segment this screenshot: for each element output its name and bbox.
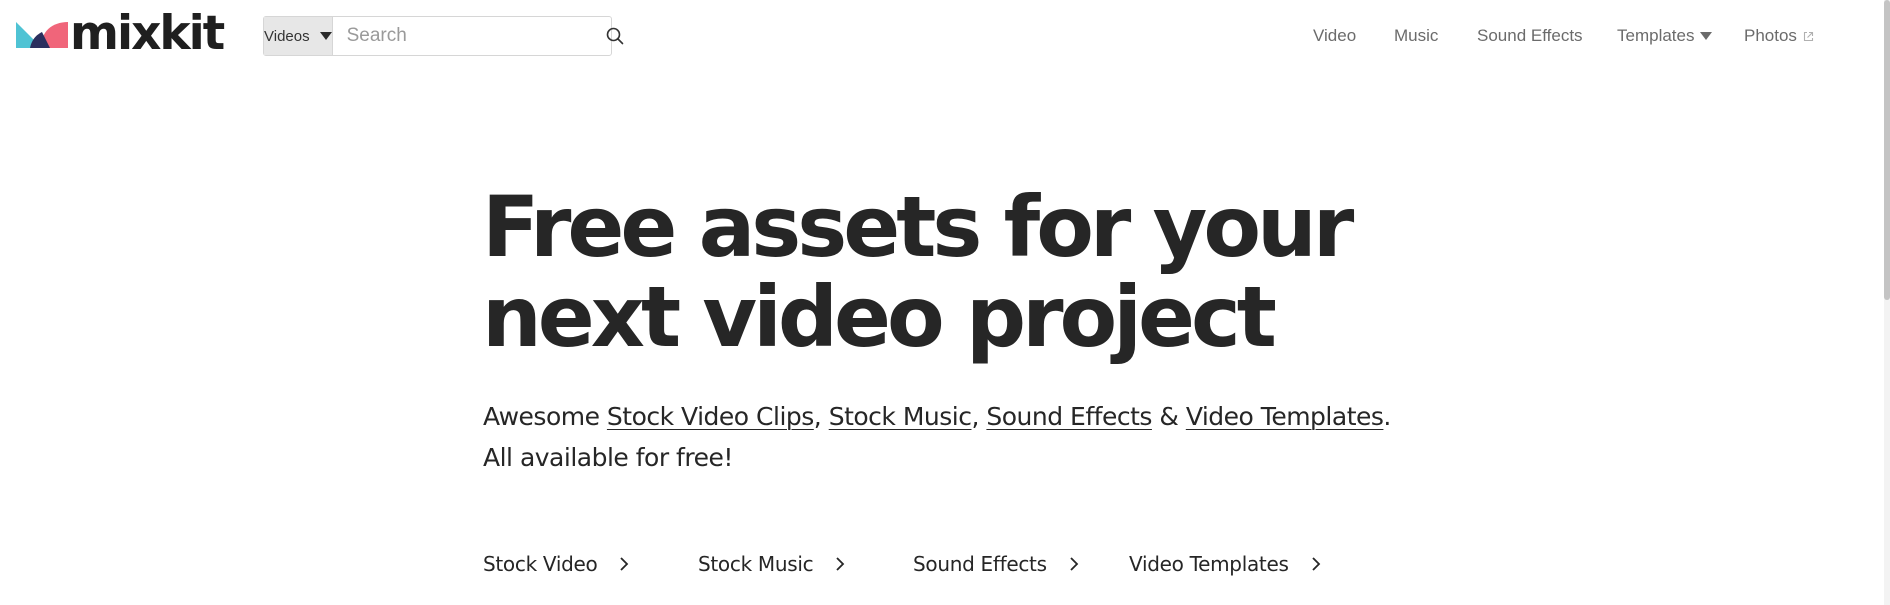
link-video-templates[interactable]: Video Templates: [1186, 402, 1384, 431]
logo-wordmark: mixkit: [70, 6, 225, 61]
search-type-dropdown[interactable]: Videos: [264, 17, 333, 55]
nav-photos[interactable]: Photos: [1744, 26, 1814, 46]
search-bar: Videos: [263, 16, 623, 56]
category-video-templates[interactable]: Video Templates: [1129, 552, 1321, 576]
caret-down-icon: [1700, 32, 1713, 40]
search-type-label: Videos: [264, 27, 310, 45]
scrollbar-thumb[interactable]: [1884, 0, 1890, 300]
nav-photos-label: Photos: [1744, 26, 1797, 45]
search-icon: [606, 27, 623, 45]
category-label: Stock Music: [698, 552, 814, 576]
link-stock-video-clips[interactable]: Stock Video Clips: [607, 402, 814, 431]
category-sound-effects[interactable]: Sound Effects: [913, 552, 1079, 576]
link-sound-effects[interactable]: Sound Effects: [986, 402, 1152, 431]
nav-templates-label: Templates: [1617, 26, 1695, 45]
nav-music[interactable]: Music: [1394, 26, 1438, 46]
search-button[interactable]: [606, 17, 624, 55]
hero-subtitle: Awesome Stock Video Clips, Stock Music, …: [483, 396, 1483, 478]
subtitle-separator: &: [1151, 402, 1186, 431]
category-stock-music[interactable]: Stock Music: [698, 552, 845, 576]
nav-templates[interactable]: Templates: [1617, 26, 1713, 46]
chevron-right-icon: [836, 557, 845, 571]
chevron-right-icon: [620, 557, 629, 571]
subtitle-line2: All available for free!: [483, 443, 733, 472]
page-scrollbar[interactable]: [1884, 0, 1890, 605]
chevron-right-icon: [1070, 557, 1078, 571]
search-input[interactable]: [332, 17, 606, 55]
category-label: Video Templates: [1129, 552, 1289, 576]
chevron-right-icon: [1311, 557, 1320, 571]
subtitle-separator: ,: [971, 402, 987, 431]
mixkit-logo[interactable]: mixkit: [16, 6, 225, 61]
external-link-icon: [1803, 31, 1813, 41]
category-label: Sound Effects: [913, 552, 1047, 576]
category-stock-video[interactable]: Stock Video: [483, 552, 629, 576]
category-label: Stock Video: [483, 552, 598, 576]
hero-title-line1: Free assets for your: [482, 178, 1354, 276]
nav-video[interactable]: Video: [1313, 26, 1356, 46]
category-links: Stock Video Stock Music Sound Effects Vi…: [483, 552, 1383, 586]
subtitle-suffix: .: [1383, 402, 1391, 431]
hero-title-line2: next video project: [482, 268, 1277, 366]
link-stock-music[interactable]: Stock Music: [829, 402, 972, 431]
subtitle-prefix: Awesome: [483, 402, 607, 431]
site-header: mixkit Videos Video Music Sound Effects …: [0, 0, 1890, 74]
subtitle-separator: ,: [813, 402, 829, 431]
mixkit-logo-mark-icon: [16, 21, 68, 48]
caret-down-icon: [319, 32, 332, 40]
hero-title: Free assets for your next video project: [482, 182, 1382, 362]
nav-sound-effects[interactable]: Sound Effects: [1477, 26, 1583, 46]
